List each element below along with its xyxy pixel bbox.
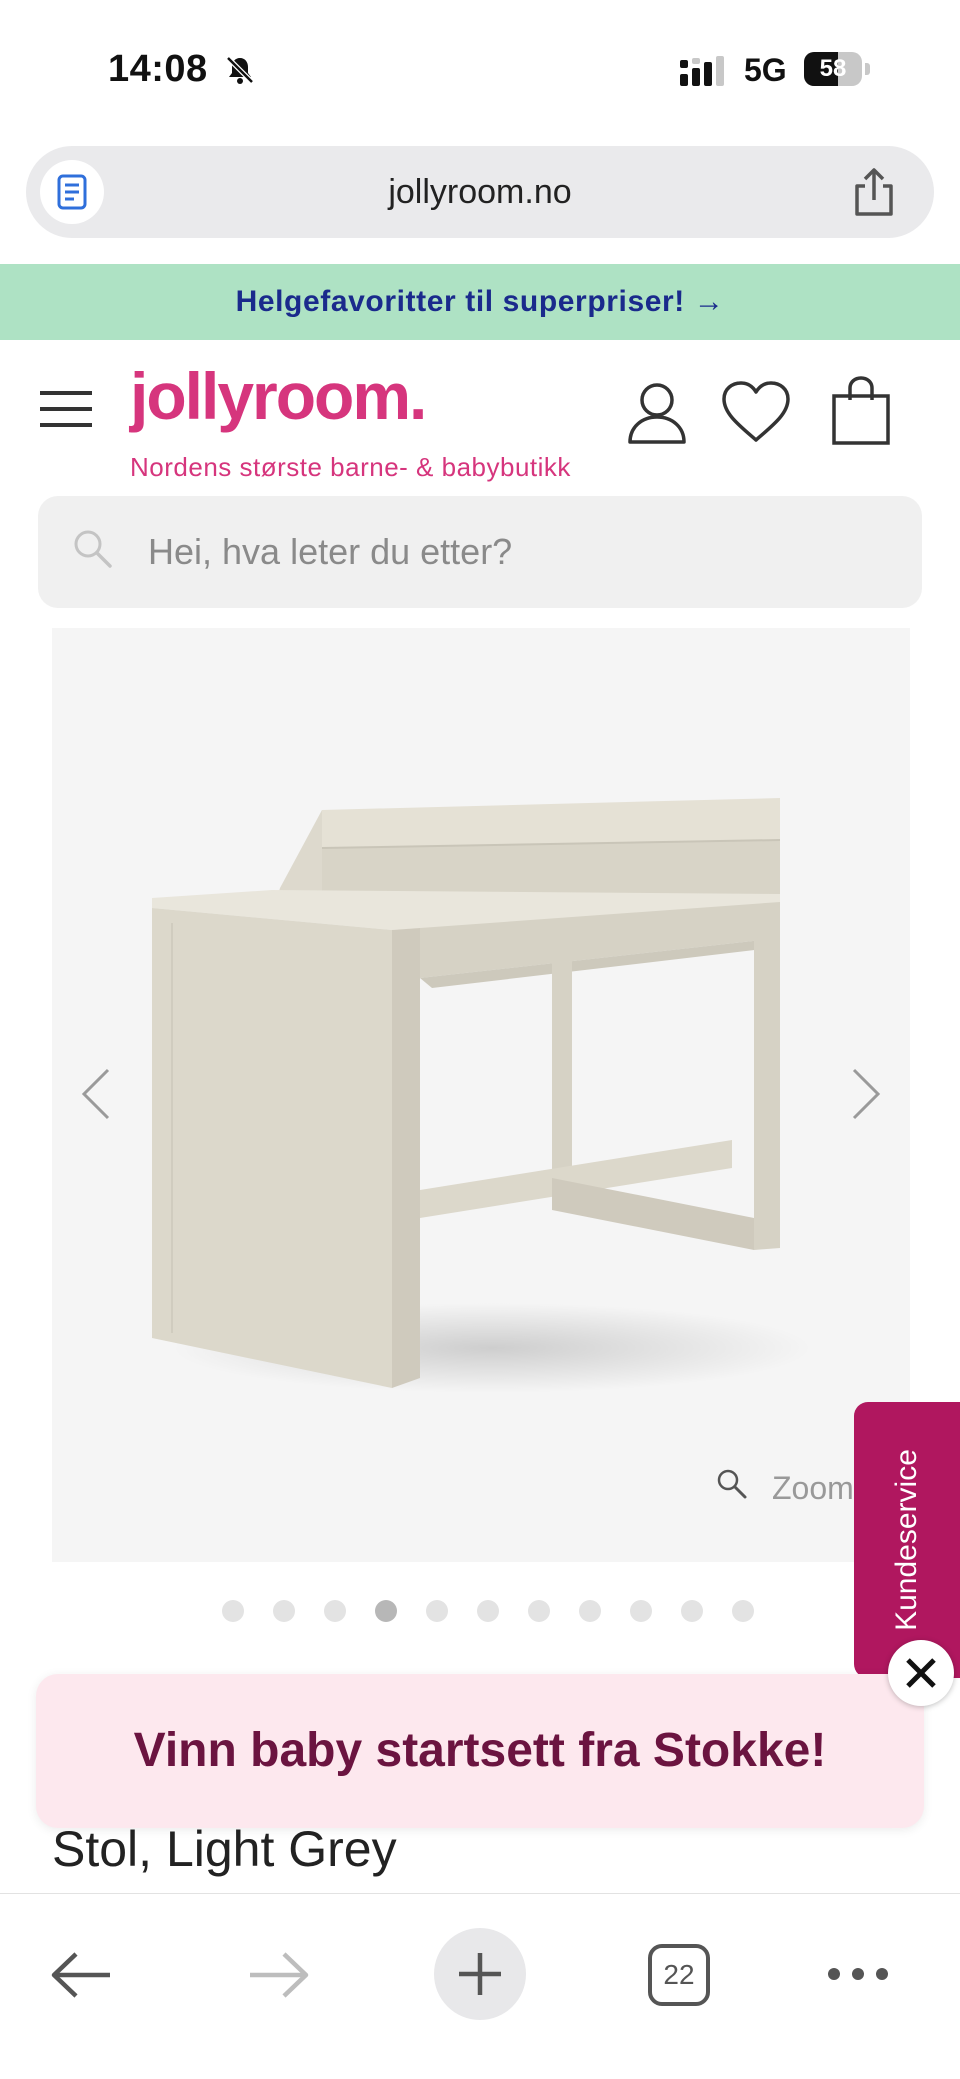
menu-icon[interactable]: [40, 390, 92, 428]
logo[interactable]: jollyroom.: [130, 358, 427, 434]
gallery-dot[interactable]: [579, 1600, 601, 1622]
chevron-left-icon[interactable]: [76, 1064, 116, 1124]
promo-popup[interactable]: Vinn baby startsett fra Stokke!: [36, 1674, 924, 1828]
battery-level: 58: [819, 55, 847, 82]
site-header: jollyroom. Nordens største barne- & baby…: [0, 340, 960, 490]
popup-text[interactable]: Vinn baby startsett fra Stokke!: [36, 1674, 924, 1828]
search-placeholder[interactable]: Hei, hva leter du etter?: [148, 496, 512, 608]
account-icon[interactable]: [626, 380, 688, 444]
battery-icon: 58: [804, 52, 870, 86]
address-bar[interactable]: jollyroom.no: [26, 146, 934, 238]
gallery-dot[interactable]: [324, 1600, 346, 1622]
plus-icon: [459, 1953, 501, 1995]
gallery-dot[interactable]: [681, 1600, 703, 1622]
network-label: 5G: [744, 52, 787, 88]
zoom-icon: [717, 1469, 747, 1499]
zoom-label[interactable]: Zoom: [772, 1470, 854, 1507]
gallery-dot[interactable]: [732, 1600, 754, 1622]
gallery-dot[interactable]: [528, 1600, 550, 1622]
promo-banner[interactable]: Helgefavoritter til superpriser! →: [0, 264, 960, 340]
product-gallery[interactable]: Zoom: [52, 628, 910, 1562]
new-tab-button[interactable]: [434, 1928, 526, 2020]
status-bar: 14:08 5G 58: [0, 0, 960, 140]
share-icon[interactable]: [848, 166, 900, 218]
close-button[interactable]: [888, 1640, 954, 1706]
back-icon[interactable]: [50, 1950, 112, 2000]
more-icon[interactable]: [826, 1962, 890, 1986]
product-image[interactable]: [152, 798, 842, 1398]
customer-service-label[interactable]: Kundeservice: [890, 1449, 924, 1631]
search-input[interactable]: Hei, hva leter du etter?: [38, 496, 922, 608]
forward-icon[interactable]: [248, 1950, 310, 2000]
tagline: Nordens største barne- & babybutikk: [130, 452, 571, 482]
search-icon: [74, 530, 112, 568]
bell-slash-icon: [226, 56, 254, 84]
gallery-dot[interactable]: [477, 1600, 499, 1622]
url-text[interactable]: jollyroom.no: [26, 146, 934, 238]
tabs-button[interactable]: 22: [648, 1944, 710, 2006]
close-icon: [906, 1658, 936, 1688]
reader-icon[interactable]: [40, 160, 104, 224]
gallery-dot[interactable]: [426, 1600, 448, 1622]
signal-icon: [680, 56, 724, 86]
gallery-dot[interactable]: [375, 1600, 397, 1622]
gallery-dot[interactable]: [222, 1600, 244, 1622]
gallery-dot[interactable]: [630, 1600, 652, 1622]
product-title: Stol, Light Grey: [52, 1821, 397, 1877]
customer-service-tab[interactable]: Kundeservice: [854, 1402, 960, 1678]
chevron-right-icon[interactable]: [846, 1064, 886, 1124]
heart-icon[interactable]: [720, 380, 792, 444]
cart-icon[interactable]: [830, 376, 892, 446]
browser-toolbar: 22: [0, 1893, 960, 2079]
status-time: 14:08: [108, 48, 208, 90]
gallery-dots[interactable]: [222, 1600, 754, 1624]
gallery-dot[interactable]: [273, 1600, 295, 1622]
